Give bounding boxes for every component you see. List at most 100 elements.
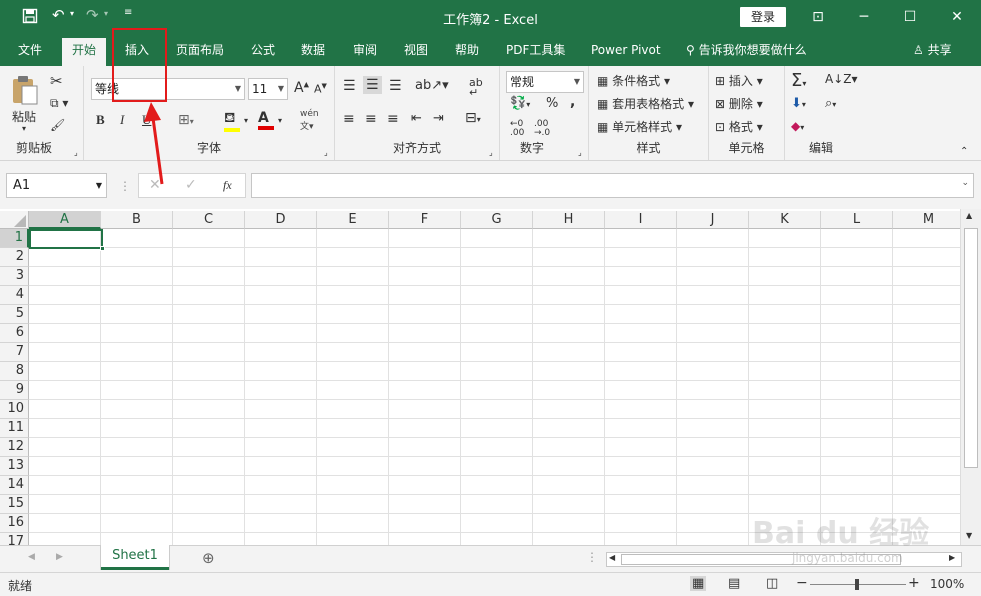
tell-me-search[interactable]: ⚲ 告诉我你想要做什么: [686, 36, 807, 66]
sheet-tab-sheet1[interactable]: Sheet1: [101, 545, 169, 570]
sort-filter-icon[interactable]: A↓Z▾: [825, 72, 858, 86]
increase-font-icon[interactable]: A▲: [294, 80, 309, 96]
decrease-font-icon[interactable]: A▼: [314, 82, 327, 96]
align-right-icon[interactable]: ≡: [387, 111, 399, 127]
cut-icon[interactable]: ✂: [50, 72, 63, 90]
row-header-2[interactable]: 2: [0, 248, 29, 267]
fill-color-dropdown-icon[interactable]: ▾: [244, 116, 248, 125]
insert-cells-button[interactable]: ⊞ 插入 ▾: [715, 72, 763, 89]
align-left-icon[interactable]: ≡: [343, 111, 355, 127]
format-as-table-button[interactable]: ▦ 套用表格格式 ▾: [597, 95, 694, 112]
column-header-h[interactable]: H: [533, 211, 605, 229]
increase-indent-icon[interactable]: ⇥: [433, 111, 444, 126]
currency-icon[interactable]: 💱▾: [510, 96, 530, 111]
row-header-6[interactable]: 6: [0, 324, 29, 343]
align-bottom-icon[interactable]: ☰: [389, 78, 402, 94]
insert-function-icon[interactable]: fx: [223, 178, 232, 193]
comma-button[interactable]: ,: [570, 94, 575, 110]
align-center-icon[interactable]: ≡: [365, 111, 377, 127]
wrap-text-icon[interactable]: ab ↵: [469, 77, 483, 98]
login-button[interactable]: 登录: [740, 7, 786, 27]
orientation-icon[interactable]: ab↗▾: [415, 78, 449, 93]
row-header-8[interactable]: 8: [0, 362, 29, 381]
worksheet-grid[interactable]: ABCDEFGHIJKLM 1 2 3 4 5 6 7 8 9 10 11 12 13 14 15 16 17: [0, 209, 960, 545]
column-header-k[interactable]: K: [749, 211, 821, 229]
row-header-4[interactable]: 4: [0, 286, 29, 305]
page-break-view-icon[interactable]: ◫: [766, 576, 778, 591]
decrease-decimal-icon[interactable]: .00 →.0: [534, 120, 550, 138]
conditional-format-button[interactable]: ▦ 条件格式 ▾: [597, 72, 670, 89]
horizontal-scrollbar[interactable]: ◀ ▶: [606, 552, 962, 567]
align-top-icon[interactable]: ☰: [343, 78, 356, 94]
bold-button[interactable]: B: [96, 112, 105, 128]
name-box[interactable]: A1 ▼: [6, 173, 107, 198]
expand-formula-icon[interactable]: ⌄: [961, 178, 969, 188]
increase-decimal-icon[interactable]: ←0.00: [510, 120, 524, 138]
formula-input[interactable]: ⌄: [251, 173, 974, 198]
row-header-17[interactable]: 17: [0, 533, 29, 545]
selected-cell-a1[interactable]: [29, 229, 105, 251]
row-header-10[interactable]: 10: [0, 400, 29, 419]
add-sheet-icon[interactable]: ⊕: [202, 549, 215, 567]
paste-dropdown-icon[interactable]: ▾: [22, 124, 26, 133]
row-header-14[interactable]: 14: [0, 476, 29, 495]
select-all-corner[interactable]: [0, 211, 29, 229]
paste-label[interactable]: 粘贴: [12, 108, 36, 125]
tab-formulas[interactable]: 公式: [251, 36, 275, 66]
tab-power-pivot[interactable]: Power Pivot: [591, 36, 661, 66]
fill-handle[interactable]: [100, 246, 105, 251]
ribbon-display-icon[interactable]: ⊡: [806, 6, 830, 28]
row-header-16[interactable]: 16: [0, 514, 29, 533]
tab-home[interactable]: 开始: [62, 38, 107, 66]
scroll-left-icon[interactable]: ◀: [609, 553, 615, 562]
column-header-l[interactable]: L: [821, 211, 893, 229]
minimize-icon[interactable]: ─: [852, 6, 876, 28]
percent-button[interactable]: %: [546, 96, 558, 111]
autosum-icon[interactable]: Σ▾: [791, 70, 806, 91]
column-header-m[interactable]: M: [893, 211, 960, 229]
align-middle-icon[interactable]: ☰: [363, 76, 382, 94]
copy-icon[interactable]: ⧉ ▾: [50, 96, 68, 111]
tab-file[interactable]: 文件: [18, 36, 42, 66]
column-header-d[interactable]: D: [245, 211, 317, 229]
clipboard-launcher-icon[interactable]: ⌟: [74, 148, 78, 157]
collapse-ribbon-icon[interactable]: ⌃: [960, 146, 968, 157]
tab-pdf-tools[interactable]: PDF工具集: [506, 36, 565, 66]
tab-data[interactable]: 数据: [301, 36, 325, 66]
paste-icon[interactable]: [10, 74, 40, 109]
fill-color-icon[interactable]: ⛾: [224, 110, 240, 132]
scroll-right-icon[interactable]: ▶: [949, 553, 955, 562]
cell-styles-button[interactable]: ▦ 单元格样式 ▾: [597, 118, 682, 135]
sheet-prev-icon[interactable]: ◀: [28, 552, 35, 562]
row-header-7[interactable]: 7: [0, 343, 29, 362]
font-color-dropdown-icon[interactable]: ▾: [278, 116, 282, 125]
maximize-icon[interactable]: ☐: [898, 6, 922, 28]
vertical-scrollbar[interactable]: ▲ ▼: [960, 209, 981, 545]
tab-view[interactable]: 视图: [404, 36, 428, 66]
row-header-12[interactable]: 12: [0, 438, 29, 457]
fill-icon[interactable]: ⬇▾: [791, 96, 806, 111]
row-header-9[interactable]: 9: [0, 381, 29, 400]
zoom-slider-thumb[interactable]: [855, 579, 859, 590]
clear-icon[interactable]: ◆▾: [791, 119, 804, 133]
zoom-in-icon[interactable]: +: [908, 575, 920, 591]
format-cells-button[interactable]: ⊡ 格式 ▾: [715, 118, 763, 135]
normal-view-icon[interactable]: ▦: [690, 576, 707, 591]
share-button[interactable]: ♙ 共享: [913, 36, 952, 66]
tab-split-handle-icon[interactable]: ⋮: [586, 550, 598, 564]
decrease-indent-icon[interactable]: ⇤: [411, 111, 422, 126]
column-header-a[interactable]: A: [29, 211, 101, 229]
column-header-e[interactable]: E: [317, 211, 389, 229]
column-header-i[interactable]: I: [605, 211, 677, 229]
row-header-13[interactable]: 13: [0, 457, 29, 476]
italic-button[interactable]: I: [120, 112, 124, 128]
row-header-1[interactable]: 1: [0, 229, 29, 248]
column-header-c[interactable]: C: [173, 211, 245, 229]
format-painter-icon[interactable]: 🖌: [50, 118, 65, 132]
close-icon[interactable]: ✕: [945, 6, 969, 28]
column-header-g[interactable]: G: [461, 211, 533, 229]
vertical-scroll-thumb[interactable]: [964, 228, 978, 468]
column-header-j[interactable]: J: [677, 211, 749, 229]
row-header-15[interactable]: 15: [0, 495, 29, 514]
column-header-f[interactable]: F: [389, 211, 461, 229]
